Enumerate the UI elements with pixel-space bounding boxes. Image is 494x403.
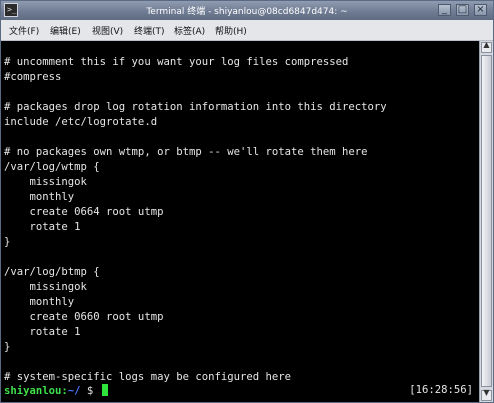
terminal-line: } — [4, 236, 11, 248]
terminal-line: monthly — [4, 191, 75, 203]
close-icon: × — [476, 4, 485, 15]
close-button[interactable]: × — [474, 4, 487, 16]
text-cursor — [101, 384, 108, 396]
terminal-line: include /etc/logrotate.d — [4, 116, 158, 128]
terminal-line: # system-specific logs may be configured… — [4, 371, 292, 383]
menu-file[interactable]: 文件(F) — [9, 24, 39, 37]
title-bar[interactable]: >_ Terminal 终端 - shiyanlou@08cd6847d474:… — [1, 1, 493, 20]
command-prompt[interactable]: shiyanlou:~/ $ — [4, 384, 108, 398]
terminal-line: rotate 1 — [4, 326, 81, 338]
terminal-line: rotate 1 — [4, 221, 81, 233]
vertical-scrollbar[interactable]: ▲ ▼ — [479, 40, 493, 402]
terminal-line: #compress — [4, 71, 62, 83]
menu-terminal[interactable]: 终端(T) — [134, 24, 165, 37]
scroll-up-button[interactable]: ▲ — [481, 40, 492, 53]
terminal-line: monthly — [4, 296, 75, 308]
minimize-button[interactable]: _ — [438, 4, 451, 16]
terminal-line: # uncomment this if you want your log fi… — [4, 56, 349, 68]
terminal-line: } — [4, 341, 11, 353]
window-title: Terminal 终端 - shiyanlou@08cd6847d474: ~ — [146, 7, 348, 17]
maximize-icon: □ — [457, 4, 468, 15]
prompt-user: shiyanlou: — [4, 385, 68, 397]
terminal-output[interactable]: # uncomment this if you want your log fi… — [1, 41, 479, 402]
prompt-symbol: $ — [80, 385, 100, 397]
terminal-line: create 0660 root utmp — [4, 311, 164, 323]
terminal-line: /var/log/btmp { — [4, 266, 100, 278]
menu-bar: 文件(F) 编辑(E) 视图(V) 终端(T) 标签(A) 帮助(H) — [1, 20, 493, 41]
terminal-line: /var/log/wtmp { — [4, 161, 100, 173]
prompt-clock: [16:28:56] — [409, 384, 473, 396]
minimize-icon: _ — [442, 4, 447, 15]
menu-view[interactable]: 视图(V) — [92, 24, 123, 37]
terminal-window: >_ Terminal 终端 - shiyanlou@08cd6847d474:… — [0, 0, 494, 403]
terminal-line: # packages drop log rotation information… — [4, 101, 387, 113]
menu-help[interactable]: 帮助(H) — [215, 24, 247, 37]
menu-edit[interactable]: 编辑(E) — [50, 24, 81, 37]
terminal-line: # no packages own wtmp, or btmp -- we'll… — [4, 146, 368, 158]
arrow-down-icon: ▼ — [483, 388, 490, 397]
terminal-line: missingok — [4, 281, 87, 293]
maximize-button[interactable]: □ — [456, 4, 469, 16]
menu-tabs[interactable]: 标签(A) — [174, 24, 205, 37]
terminal-line: create 0664 root utmp — [4, 206, 164, 218]
prompt-path: ~/ — [67, 385, 81, 397]
terminal-line: missingok — [4, 176, 87, 188]
scroll-down-button[interactable]: ▼ — [481, 388, 492, 401]
scrollbar-thumb[interactable] — [481, 55, 492, 387]
arrow-up-icon: ▲ — [483, 40, 490, 49]
